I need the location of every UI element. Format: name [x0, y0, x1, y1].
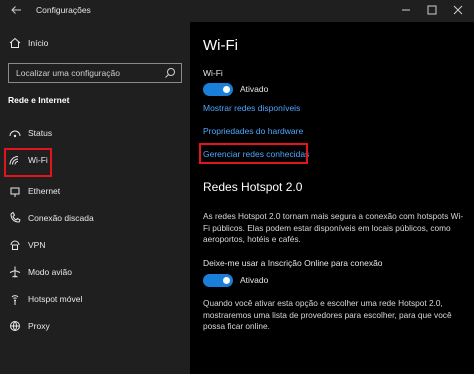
- wifi-toggle[interactable]: [203, 83, 233, 96]
- sidebar-item-label: Status: [28, 128, 53, 138]
- sidebar-item-label: Proxy: [28, 321, 50, 331]
- sidebar-item-airplane[interactable]: Modo avião: [0, 262, 190, 284]
- link-hardware-properties[interactable]: Propriedades do hardware: [203, 126, 303, 136]
- wifi-setting-label: Wi-Fi: [203, 68, 223, 78]
- page-title: Wi-Fi: [203, 37, 238, 54]
- sidebar-item-label: Conexão discada: [28, 213, 94, 223]
- hotspot-toggle[interactable]: [203, 274, 233, 287]
- link-show-available-networks[interactable]: Mostrar redes disponíveis: [203, 103, 300, 113]
- sidebar-item-vpn[interactable]: VPN: [0, 235, 190, 257]
- sidebar: Início Localizar uma configuração Rede e…: [0, 22, 190, 374]
- sidebar-item-label: Hotspot móvel: [28, 294, 83, 304]
- sidebar-item-hotspot[interactable]: Hotspot móvel: [0, 289, 190, 311]
- ethernet-icon: [10, 187, 20, 197]
- sidebar-item-label: VPN: [28, 240, 46, 250]
- proxy-icon: [10, 321, 20, 331]
- main-panel: Wi-Fi Wi-Fi Ativado Mostrar redes dispon…: [190, 22, 474, 374]
- status-icon: [9, 130, 21, 138]
- window-title: Configurações: [36, 5, 91, 15]
- highlight-box: [4, 148, 52, 177]
- sidebar-item-status[interactable]: Status: [0, 123, 190, 145]
- wifi-toggle-text: Ativado: [240, 84, 269, 94]
- search-placeholder: Localizar uma configuração: [16, 68, 120, 78]
- home-icon: [9, 37, 21, 48]
- sidebar-item-label: Início: [28, 38, 49, 48]
- sidebar-item-ethernet[interactable]: Ethernet: [0, 181, 190, 203]
- hotspot-toggle-text: Ativado: [240, 275, 269, 285]
- dialup-icon: [10, 211, 21, 223]
- hotspot-section-title: Redes Hotspot 2.0: [203, 180, 303, 194]
- toggle-knob: [223, 86, 230, 93]
- hotspot-icon: [11, 295, 19, 305]
- hotspot-toggle-label: Deixe-me usar a Inscrição Online para co…: [203, 258, 383, 268]
- section-title: Rede e Internet: [8, 95, 70, 105]
- vpn-icon: [10, 240, 20, 250]
- airplane-icon: [9, 266, 21, 278]
- title-bar: Configurações: [0, 0, 474, 22]
- close-icon[interactable]: [449, 2, 467, 18]
- search-icon[interactable]: [164, 67, 176, 79]
- sidebar-item-dialup[interactable]: Conexão discada: [0, 208, 190, 230]
- sidebar-item-home[interactable]: Início: [0, 33, 190, 55]
- minimize-icon[interactable]: [397, 2, 415, 18]
- hotspot-description: As redes Hotspot 2.0 tornam mais segura …: [203, 211, 464, 244]
- sidebar-item-label: Modo avião: [28, 267, 72, 277]
- toggle-knob: [223, 277, 230, 284]
- search-input[interactable]: Localizar uma configuração: [8, 63, 182, 83]
- sidebar-item-proxy[interactable]: Proxy: [0, 316, 190, 338]
- hotspot-note: Quando você ativar esta opção e escolher…: [203, 298, 452, 331]
- highlight-box: [199, 143, 308, 164]
- maximize-icon[interactable]: [423, 2, 441, 18]
- sidebar-item-label: Ethernet: [28, 186, 61, 196]
- back-arrow-icon[interactable]: [9, 3, 23, 17]
